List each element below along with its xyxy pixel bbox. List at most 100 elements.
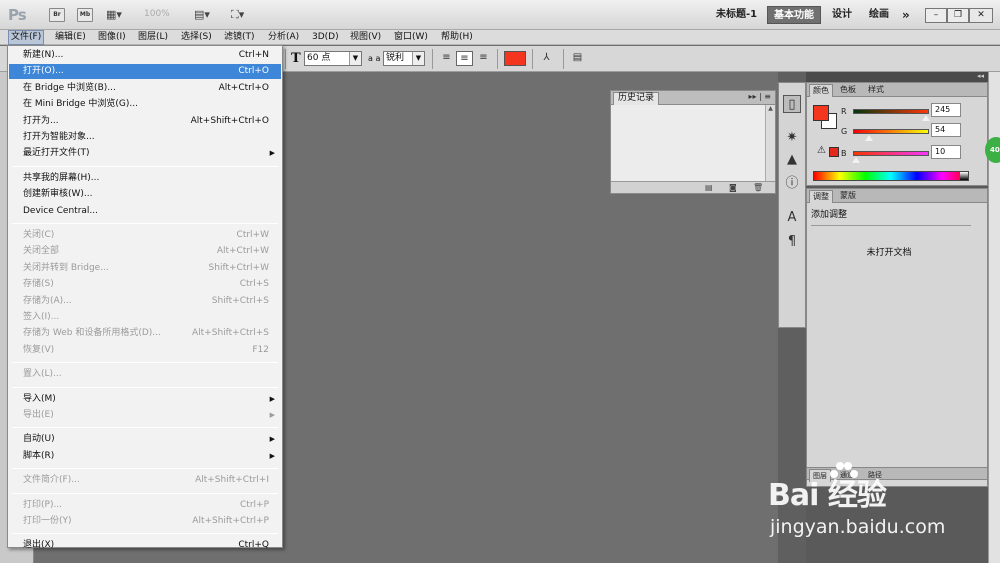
align-left-icon[interactable]: ≡ <box>438 51 455 66</box>
tab-adjustments[interactable]: 调整 <box>809 190 833 203</box>
info-icon[interactable]: ⓘ <box>783 175 801 193</box>
align-right-icon[interactable]: ≡ <box>475 51 492 66</box>
file-menu-item[interactable]: 打开为... Alt+Shift+Ctrl+O <box>9 114 281 129</box>
tab-styles[interactable]: 样式 <box>865 84 887 97</box>
workspace-painting[interactable]: 绘画 <box>869 6 889 24</box>
file-menu-item[interactable]: 脚本(R) ▶ <box>9 449 281 464</box>
character-icon[interactable]: A <box>783 209 801 227</box>
arrange-documents-icon[interactable]: ▤▾ <box>194 8 214 22</box>
file-menu-item[interactable]: 创建新审核(W)... <box>9 187 281 202</box>
trash-icon[interactable]: 🗑 <box>753 183 763 192</box>
text-orientation-icon[interactable]: T <box>291 51 301 66</box>
file-menu-item[interactable]: 自动(U) ▶ <box>9 432 281 447</box>
menu-item-shortcut: Ctrl+W <box>236 230 269 240</box>
r-label: R <box>841 107 847 116</box>
g-slider[interactable] <box>853 129 929 134</box>
file-menu-item[interactable]: 退出(X) Ctrl+Q <box>9 538 281 553</box>
actions-icon[interactable]: ✷ <box>783 129 801 147</box>
screen-mode-icon[interactable]: ⛶▾ <box>231 8 251 22</box>
gamut-swatch[interactable] <box>829 147 839 157</box>
tab-layers[interactable]: 图层 <box>809 469 831 482</box>
file-menu-item[interactable]: 在 Bridge 中浏览(B)... Alt+Ctrl+O <box>9 81 281 96</box>
file-menu-item: 恢复(V) F12 <box>9 343 281 358</box>
mini-bridge-button[interactable]: Mb <box>77 8 93 22</box>
character-panel-icon[interactable]: ▤ <box>569 51 586 66</box>
tab-history[interactable]: 历史记录 <box>613 92 660 105</box>
menu-edit[interactable]: 编辑(E) <box>55 31 86 44</box>
menu-separator <box>12 223 278 224</box>
menu-item-shortcut: F12 <box>252 344 269 355</box>
antialias-select[interactable]: 锐利 ▼ <box>383 51 425 66</box>
new-document-icon[interactable]: ▤ <box>705 183 713 192</box>
menu-view[interactable]: 视图(V) <box>350 31 381 44</box>
menu-window[interactable]: 窗口(W) <box>394 31 428 44</box>
menu-help[interactable]: 帮助(H) <box>441 31 473 44</box>
menu-select[interactable]: 选择(S) <box>181 31 212 44</box>
menu-item-label: 共享我的屏幕(H)... <box>23 172 100 183</box>
close-button[interactable]: ✕ <box>969 8 993 23</box>
r-value-input[interactable]: 245 <box>931 103 961 117</box>
menu-item-label: 最近打开文件(T) <box>23 148 90 159</box>
file-menu-item[interactable]: 最近打开文件(T) ▶ <box>9 146 281 161</box>
file-menu-item[interactable]: 打开(O)... Ctrl+O <box>9 64 281 80</box>
tab-swatches[interactable]: 色板 <box>837 84 859 97</box>
file-menu-item[interactable]: 共享我的屏幕(H)... <box>9 171 281 186</box>
panel-menu-icon[interactable]: ▸▸ | ≡ <box>748 92 771 101</box>
menu-analysis[interactable]: 分析(A) <box>268 31 299 44</box>
file-menu-item[interactable]: 打开为智能对象... <box>9 130 281 145</box>
g-value-input[interactable]: 54 <box>931 123 961 137</box>
file-menu-item[interactable]: 新建(N)... Ctrl+N <box>9 48 281 63</box>
menu-item-shortcut: Alt+Shift+Ctrl+S <box>192 328 269 339</box>
r-slider[interactable] <box>853 109 929 114</box>
text-color-swatch[interactable] <box>504 51 526 66</box>
workspace-design[interactable]: 设计 <box>832 6 852 24</box>
bridge-button[interactable]: Br <box>49 8 65 22</box>
view-extras-icon[interactable]: ▦▾ <box>106 8 126 22</box>
floating-badge[interactable]: 40 <box>985 137 1000 163</box>
menu-image[interactable]: 图像(I) <box>98 31 126 44</box>
menu-file[interactable]: 文件(F) <box>8 30 45 45</box>
collapse-panels-icon[interactable]: ◂◂ <box>806 72 988 82</box>
r-slider-thumb[interactable] <box>921 115 930 121</box>
menu-item-label: 在 Bridge 中浏览(B)... <box>23 82 116 93</box>
foreground-color-swatch[interactable] <box>813 105 829 121</box>
zoom-level[interactable]: 100% <box>144 9 170 19</box>
menu-layer[interactable]: 图层(L) <box>138 31 168 44</box>
menu-3d[interactable]: 3D(D) <box>312 31 339 44</box>
b-value-input[interactable]: 10 <box>931 145 961 159</box>
file-menu-item: 打印一份(Y) Alt+Shift+Ctrl+P <box>9 514 281 529</box>
warp-text-icon[interactable]: ⅄ <box>538 51 555 66</box>
file-menu-item[interactable]: 在 Mini Bridge 中浏览(G)... <box>9 97 281 112</box>
layers-panel-tabs: 图层 通道 路径 <box>807 468 987 482</box>
minimize-button[interactable]: – <box>925 8 947 23</box>
align-center-icon[interactable]: ≡ <box>456 51 473 66</box>
file-menu-item: 签入(I)... <box>9 310 281 325</box>
file-menu-item: 文件简介(F)... Alt+Shift+Ctrl+I <box>9 473 281 488</box>
dock-icon-strip: ▯ ✷ ▲ ⓘ A ¶ <box>778 82 806 328</box>
navigator-icon[interactable]: ▲ <box>783 151 801 169</box>
black-white-swatch[interactable] <box>960 172 968 180</box>
history-icon[interactable]: ▯ <box>783 95 801 113</box>
gamut-warning-icon[interactable]: ⚠ <box>817 145 826 156</box>
history-scrollbar[interactable]: ▲ <box>765 105 775 181</box>
history-panel-header: 历史记录 ▸▸ | ≡ <box>611 91 775 105</box>
file-menu-item[interactable]: Device Central... <box>9 204 281 219</box>
file-menu-item[interactable]: 导入(M) ▶ <box>9 392 281 407</box>
font-size-select[interactable]: 60 点 ▼ <box>304 51 362 66</box>
menu-filter[interactable]: 滤镜(T) <box>224 31 255 44</box>
menu-item-label: 关闭(C) <box>23 230 55 240</box>
g-slider-thumb[interactable] <box>864 135 873 141</box>
tab-paths[interactable]: 路径 <box>865 469 885 482</box>
tab-channels[interactable]: 通道 <box>837 469 857 482</box>
b-slider-thumb[interactable] <box>852 157 861 163</box>
color-spectrum-bar[interactable] <box>813 171 969 181</box>
b-slider[interactable] <box>853 151 929 156</box>
tab-color[interactable]: 颜色 <box>809 84 833 97</box>
file-menu-item: 存储为 Web 和设备所用格式(D)... Alt+Shift+Ctrl+S <box>9 326 281 341</box>
more-workspaces-icon[interactable]: » <box>902 6 910 24</box>
restore-button[interactable]: ❐ <box>947 8 969 23</box>
workspace-essentials[interactable]: 基本功能 <box>767 6 821 24</box>
paragraph-icon[interactable]: ¶ <box>783 233 801 251</box>
snapshot-icon[interactable]: ◙ <box>729 183 737 192</box>
tab-masks[interactable]: 蒙版 <box>837 190 859 203</box>
